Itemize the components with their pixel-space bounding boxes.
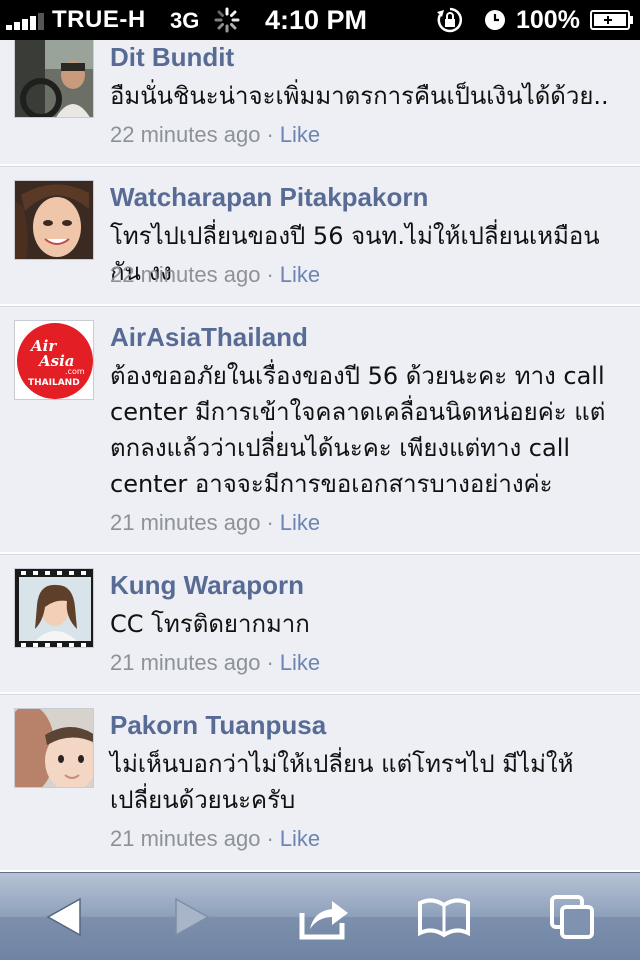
- commenter-name[interactable]: Dit Bundit: [110, 42, 234, 73]
- forward-button[interactable]: [164, 891, 220, 943]
- forward-arrow-icon: [175, 897, 210, 937]
- like-link[interactable]: Like: [280, 826, 320, 851]
- separator: ·: [266, 122, 274, 147]
- comment-time: 22 minutes ago: [110, 262, 261, 287]
- svg-text:.com: .com: [65, 367, 85, 376]
- alarm-clock-icon: [485, 10, 505, 30]
- man-in-car-avatar: [15, 40, 93, 117]
- comment-item: Watcharapan Pitakpakorn โทรไปเปลี่ยนของป…: [0, 166, 640, 306]
- clock: 4:10 PM: [265, 5, 368, 35]
- status-bar: TRUE-H 3G 4:10 PM 100%: [0, 0, 640, 40]
- avatar[interactable]: Air Asia .com THAILAND: [14, 320, 94, 400]
- comment-time: 21 minutes ago: [110, 826, 261, 851]
- like-link[interactable]: Like: [280, 122, 320, 147]
- comment-text: CC โทรติดยากมาก: [110, 610, 310, 638]
- commenter-name[interactable]: Watcharapan Pitakpakorn: [110, 182, 428, 213]
- comment-text: อืมนั่นชินะน่าจะเพิ่มมาตรการคืนเป็นเงินไ…: [110, 82, 609, 110]
- rotation-lock-icon: [437, 7, 463, 33]
- comment-time: 21 minutes ago: [110, 510, 261, 535]
- comment-item: Dit Bundit อืมนั่นชินะน่าจะเพิ่มมาตรการค…: [0, 40, 640, 166]
- avatar[interactable]: [14, 40, 94, 118]
- separator: ·: [266, 262, 274, 287]
- activity-spinner-icon: [214, 7, 240, 33]
- battery-percent: 100%: [516, 6, 580, 34]
- woman-film-frame-avatar: [15, 569, 93, 647]
- share-button[interactable]: [296, 891, 352, 943]
- like-link[interactable]: Like: [280, 262, 320, 287]
- comment-item: Air Asia .com THAILAND AirAsiaThailand ต…: [0, 306, 640, 554]
- share-icon: [299, 901, 348, 940]
- comment-meta: 21 minutes ago · Like: [110, 826, 320, 852]
- tabs-icon: [550, 895, 594, 939]
- back-arrow-icon: [46, 897, 81, 937]
- comments-feed[interactable]: Dit Bundit อืมนั่นชินะน่าจะเพิ่มมาตรการค…: [0, 40, 640, 872]
- comment-meta: 22 minutes ago · Like: [110, 262, 320, 288]
- back-button[interactable]: [36, 891, 92, 943]
- comment-meta: 21 minutes ago · Like: [110, 650, 320, 676]
- tabs-button[interactable]: [546, 891, 602, 943]
- commenter-name[interactable]: Pakorn Tuanpusa: [110, 710, 326, 741]
- comment-text: ไม่เห็นบอกว่าไม่ให้เปลี่ยน แต่โทรฯไป มีไ…: [110, 750, 574, 814]
- comment-meta: 22 minutes ago · Like: [110, 122, 320, 148]
- comment-item: Pakorn Tuanpusa ไม่เห็นบอกว่าไม่ให้เปลี่…: [0, 694, 640, 872]
- separator: ·: [266, 826, 274, 851]
- safari-toolbar: [0, 872, 640, 960]
- avatar[interactable]: [14, 568, 94, 648]
- commenter-name[interactable]: Kung Waraporn: [110, 570, 304, 601]
- comment-time: 22 minutes ago: [110, 122, 261, 147]
- svg-text:THAILAND: THAILAND: [28, 378, 80, 388]
- commenter-name[interactable]: AirAsiaThailand: [110, 322, 308, 353]
- avatar[interactable]: [14, 708, 94, 788]
- airasia-logo: Air Asia .com THAILAND: [15, 321, 93, 399]
- bookmarks-button[interactable]: [416, 891, 472, 943]
- separator: ·: [266, 510, 274, 535]
- comment-text: ต้องขออภัยในเรื่องของปี 56 ด้วยนะคะ ทาง …: [110, 362, 606, 498]
- carrier-name: TRUE-H: [52, 6, 146, 33]
- woman-smiling-avatar: [15, 181, 93, 259]
- like-link[interactable]: Like: [280, 650, 320, 675]
- signal-strength-icon: [6, 12, 50, 30]
- comment-meta: 21 minutes ago · Like: [110, 510, 320, 536]
- comment-item: Kung Waraporn CC โทรติดยากมาก 21 minutes…: [0, 554, 640, 694]
- bookmarks-icon: [418, 898, 470, 938]
- comment-time: 21 minutes ago: [110, 650, 261, 675]
- man-and-child-avatar: [15, 709, 93, 787]
- avatar[interactable]: [14, 180, 94, 260]
- like-link[interactable]: Like: [280, 510, 320, 535]
- network-type: 3G: [170, 8, 200, 33]
- separator: ·: [266, 650, 274, 675]
- battery-charging-icon: [590, 10, 633, 30]
